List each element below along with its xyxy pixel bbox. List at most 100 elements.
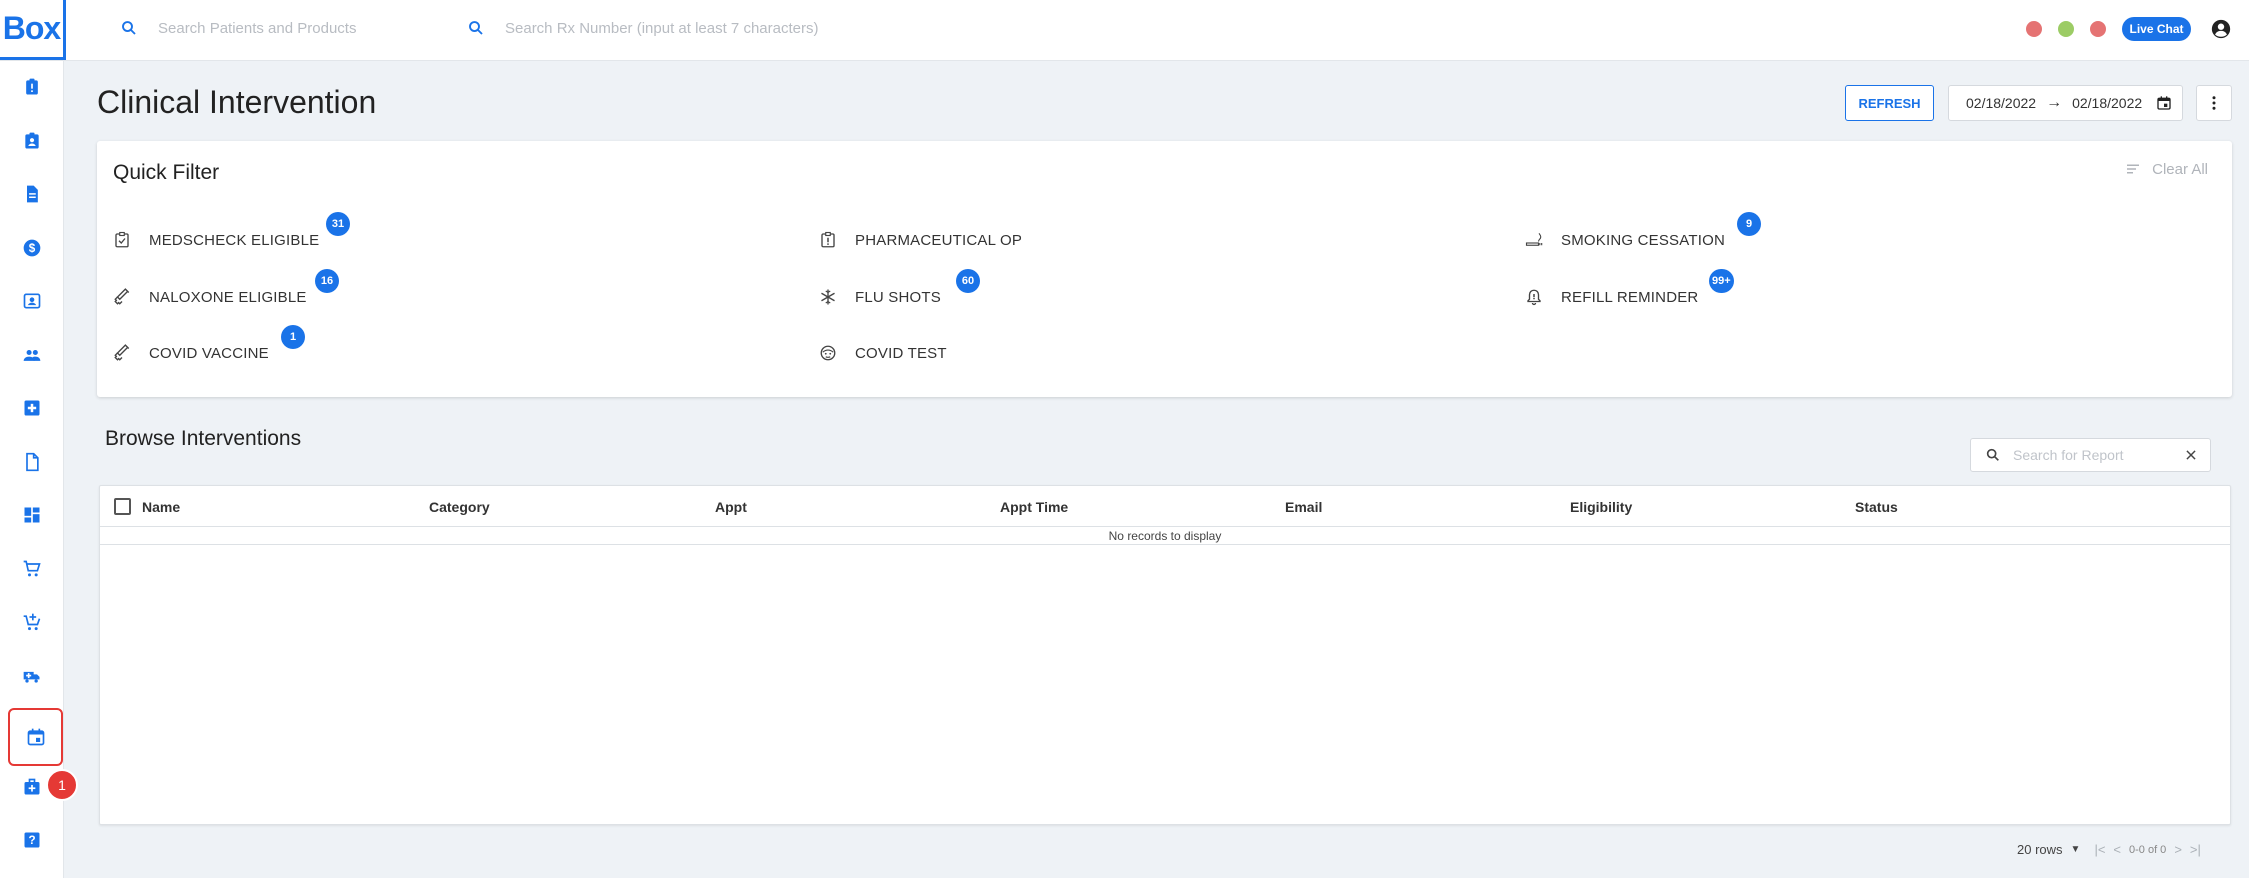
count-badge: 99+ [1709, 269, 1734, 293]
filter-naloxone-eligible[interactable]: NALOXONE ELIGIBLE [113, 285, 307, 309]
status-dot [2090, 21, 2106, 37]
sidebar-item-cart[interactable] [10, 547, 54, 591]
clipboard-alert-icon [26, 78, 38, 95]
column-header-appt[interactable]: Appt [715, 499, 747, 515]
account-icon[interactable] [2210, 18, 2232, 40]
sidebar-item-medical-services[interactable] [10, 765, 54, 809]
more-options-button[interactable] [2196, 85, 2232, 121]
sidebar-item-cart-add[interactable] [10, 600, 54, 644]
search-icon [469, 21, 483, 35]
sidebar-item-files[interactable] [10, 440, 54, 484]
filter-label: FLU SHOTS [855, 288, 941, 306]
face-mask-icon [820, 345, 836, 361]
sidebar-item-calendar[interactable] [8, 708, 63, 766]
previous-page-icon[interactable]: < [2113, 842, 2121, 857]
app-logo[interactable]: Box [0, 0, 66, 60]
sidebar-item-billing[interactable]: $ [10, 226, 54, 270]
dollar-circle-icon: $ [23, 239, 41, 257]
column-header-status[interactable]: Status [1855, 499, 1898, 515]
sidebar-item-documents[interactable] [10, 172, 54, 216]
filter-pharmaceutical-op[interactable]: PHARMACEUTICAL OP [819, 228, 1022, 252]
refresh-button[interactable]: REFRESH [1845, 85, 1934, 121]
clear-all-button[interactable]: Clear All [2124, 160, 2208, 178]
last-page-icon[interactable]: >| [2190, 842, 2201, 857]
help-icon: ? [24, 832, 40, 848]
status-dot [2058, 21, 2074, 37]
alert-box-icon [821, 231, 835, 248]
quick-filter-title: Quick Filter [113, 161, 220, 184]
document-icon [27, 185, 38, 203]
status-dot [2026, 21, 2042, 37]
live-chat-button[interactable]: Live Chat [2122, 17, 2191, 41]
date-from[interactable]: 02/18/2022 [1966, 95, 2036, 111]
filter-label: COVID TEST [855, 344, 947, 362]
svg-text:?: ? [28, 834, 35, 847]
filter-refill-reminder[interactable]: REFILL REMINDER [1525, 285, 1698, 309]
search-icon [1986, 448, 1999, 461]
column-header-name[interactable]: Name [142, 499, 180, 515]
vaccine-icon [114, 344, 130, 361]
empty-message: No records to display [100, 527, 2230, 545]
close-icon[interactable] [2184, 448, 2198, 462]
date-to[interactable]: 02/18/2022 [2072, 95, 2142, 111]
report-search[interactable] [1970, 438, 2211, 472]
filter-label: COVID VACCINE [149, 344, 269, 362]
logo-text: Box [2, 10, 61, 46]
filter-covid-test[interactable]: COVID TEST [819, 341, 947, 365]
filter-label: MEDSCHECK ELIGIBLE [149, 231, 320, 249]
date-range-picker[interactable]: 02/18/2022 → 02/18/2022 [1948, 85, 2183, 121]
sidebar-item-interventions[interactable] [10, 65, 54, 109]
filter-list-icon [2127, 164, 2140, 174]
contact-card-icon [25, 132, 39, 149]
column-header-category[interactable]: Category [429, 499, 490, 515]
filter-label: PHARMACEUTICAL OP [855, 231, 1023, 249]
count-badge: 31 [326, 212, 350, 236]
patient-search[interactable] [120, 14, 448, 42]
count-badge: 1 [281, 325, 305, 349]
sidebar-item-help[interactable]: ? [10, 818, 54, 862]
sidebar-item-patients[interactable] [10, 119, 54, 163]
filter-covid-vaccine[interactable]: COVID VACCINE [113, 341, 269, 365]
rx-search[interactable] [467, 14, 925, 42]
snowflake-icon [821, 289, 835, 305]
rows-per-page-select[interactable]: 20 rows [2017, 842, 2063, 857]
medical-plus-icon [24, 400, 40, 416]
calendar-icon[interactable] [2156, 95, 2172, 111]
smoking-icon [1525, 233, 1543, 246]
patient-search-input[interactable] [158, 19, 448, 37]
filter-label: SMOKING CESSATION [1561, 231, 1725, 249]
column-header-eligibility[interactable]: Eligibility [1570, 499, 1632, 515]
sidebar-item-dashboard[interactable] [10, 493, 54, 537]
people-icon [23, 350, 41, 361]
filter-medscheck-eligible[interactable]: MEDSCHECK ELIGIBLE [113, 228, 319, 252]
date-range-arrow: → [2046, 94, 2063, 111]
bell-alert-icon [1527, 289, 1541, 306]
dropdown-arrow-icon[interactable]: ▼ [2071, 844, 2081, 855]
interventions-table: Name Category Appt Appt Time Email Eligi… [99, 485, 2231, 825]
syringe-icon [114, 288, 130, 305]
select-all-checkbox[interactable] [114, 498, 131, 515]
pagination: 20 rows ▼ |< < 0-0 of 0 > >| [2017, 842, 2201, 857]
medical-services-icon [24, 778, 40, 795]
cart-icon [23, 560, 41, 577]
sidebar-item-delivery[interactable] [10, 654, 54, 698]
sidebar: $ 1 ? [0, 61, 78, 878]
sidebar-item-users[interactable] [10, 333, 54, 377]
cart-add-icon [23, 613, 41, 631]
quick-filter-card: Quick Filter Clear All MEDSCHECK ELIGIBL… [97, 141, 2232, 397]
filter-flu-shots[interactable]: FLU SHOTS [819, 285, 941, 309]
checklist-icon [115, 231, 129, 248]
rx-search-input[interactable] [505, 19, 925, 37]
calendar-icon [27, 728, 44, 746]
filter-smoking-cessation[interactable]: SMOKING CESSATION [1525, 228, 1725, 252]
sidebar-item-medical[interactable] [10, 386, 54, 430]
column-header-email[interactable]: Email [1285, 499, 1322, 515]
id-badge-icon [23, 293, 41, 309]
next-page-icon[interactable]: > [2174, 842, 2182, 857]
report-search-input[interactable] [2013, 447, 2178, 463]
sidebar-item-profiles[interactable] [10, 279, 54, 323]
column-header-appt-time[interactable]: Appt Time [1000, 499, 1068, 515]
first-page-icon[interactable]: |< [2094, 842, 2105, 857]
svg-text:$: $ [29, 242, 36, 255]
top-bar: Box Live Chat [0, 0, 2249, 61]
